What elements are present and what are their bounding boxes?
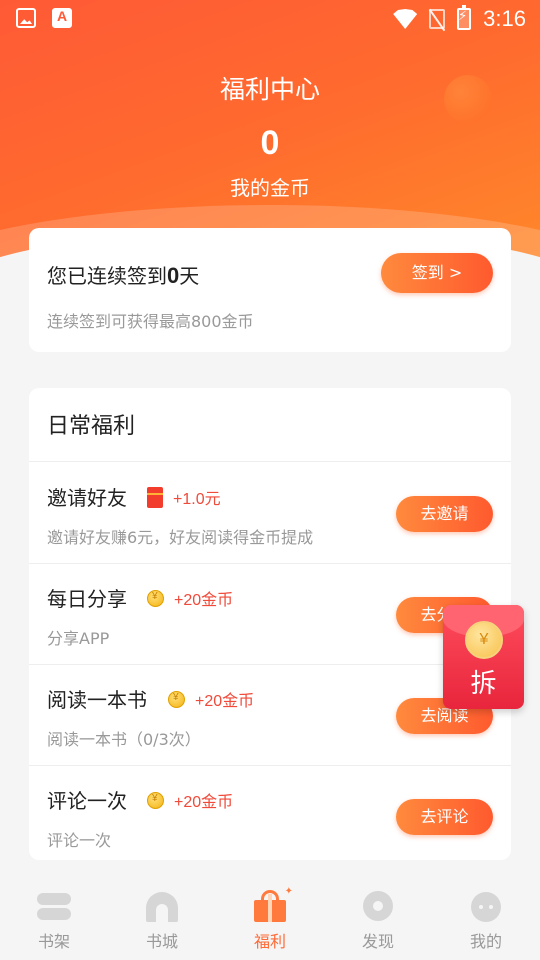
task-reward-text: +20金币 <box>174 794 234 811</box>
bookshelf-icon <box>37 890 71 922</box>
red-packet-icon <box>147 486 163 508</box>
task-reward-text: +1.0元 <box>173 491 221 508</box>
nav-discover[interactable]: 发现 <box>338 890 418 952</box>
bottom-nav: 书架 书城 ✦ 福利 发现 我的 <box>0 878 540 960</box>
signin-card: 您已连续签到0天 连续签到可获得最高800金币 签到 > <box>29 228 511 352</box>
nav-label: 书架 <box>37 932 70 951</box>
invite-button[interactable]: 去邀请 <box>396 496 493 532</box>
task-desc: 阅读一本书（0/3次） <box>47 730 201 749</box>
task-invite: 邀请好友 +1.0元 邀请好友赚6元，好友阅读得金币提成 去邀请 <box>29 462 511 563</box>
signin-title-suffix: 天 <box>179 264 200 288</box>
signin-button[interactable]: 签到 > <box>381 253 493 293</box>
app-icon <box>52 8 72 28</box>
task-name: 阅读一本书 <box>47 688 147 712</box>
task-desc: 分享APP <box>47 629 110 648</box>
coin-balance-label: 我的金币 <box>230 176 310 200</box>
nav-bookstore[interactable]: 书城 <box>122 890 202 952</box>
task-reward: +20金币 <box>147 586 233 610</box>
status-bar: 3:16 <box>0 0 540 36</box>
task-share: 每日分享 +20金币 分享APP 去分享 <box>29 563 511 664</box>
nav-welfare[interactable]: ✦ 福利 <box>230 886 310 952</box>
nav-label: 发现 <box>361 932 394 951</box>
no-sim-icon <box>429 9 446 29</box>
task-comment: 评论一次 +20金币 评论一次 去评论 <box>29 765 511 866</box>
image-icon <box>16 8 36 28</box>
daily-welfare-card: 日常福利 邀请好友 +1.0元 邀请好友赚6元，好友阅读得金币提成 去邀请 每日… <box>29 388 511 860</box>
envelope-label: 拆 <box>470 669 497 699</box>
page-title: 福利中心 <box>219 75 320 104</box>
coin-icon: ¥ <box>465 621 503 659</box>
bookstore-icon <box>145 890 179 922</box>
task-reward: +20金币 <box>168 687 254 711</box>
task-desc: 评论一次 <box>47 831 112 850</box>
coin-balance: 0 <box>260 124 280 162</box>
task-desc: 邀请好友赚6元，好友阅读得金币提成 <box>47 528 314 547</box>
status-time: 3:16 <box>483 6 526 31</box>
coin-icon <box>168 690 185 708</box>
signin-title: 您已连续签到0天 <box>47 260 199 289</box>
nav-label: 我的 <box>469 932 502 951</box>
signin-subtitle: 连续签到可获得最高800金币 <box>47 312 254 331</box>
task-reward: +1.0元 <box>147 485 221 509</box>
discover-icon <box>361 890 395 922</box>
battery-charging-icon <box>457 5 472 30</box>
task-reward-text: +20金币 <box>195 693 255 710</box>
wifi-icon <box>393 9 418 29</box>
nav-bookshelf[interactable]: 书架 <box>14 890 94 952</box>
task-reward: +20金币 <box>147 788 233 812</box>
red-envelope-button[interactable]: ¥ 拆 <box>443 605 524 709</box>
signin-title-prefix: 您已连续签到 <box>47 264 167 288</box>
coin-icon <box>147 589 164 607</box>
task-name: 每日分享 <box>47 587 127 611</box>
coin-icon <box>147 791 164 809</box>
profile-icon <box>469 890 503 922</box>
task-name: 评论一次 <box>47 789 127 813</box>
section-title: 日常福利 <box>47 414 136 439</box>
nav-label: 书城 <box>145 932 178 951</box>
task-name: 邀请好友 <box>47 486 127 510</box>
comment-button[interactable]: 去评论 <box>396 799 493 835</box>
nav-label: 福利 <box>253 932 286 951</box>
task-reward-text: +20金币 <box>174 592 234 609</box>
task-read: 阅读一本书 +20金币 阅读一本书（0/3次） 去阅读 <box>29 664 511 765</box>
nav-profile[interactable]: 我的 <box>446 890 526 952</box>
gift-icon: ✦ <box>253 886 293 922</box>
signin-days: 0 <box>167 263 180 288</box>
